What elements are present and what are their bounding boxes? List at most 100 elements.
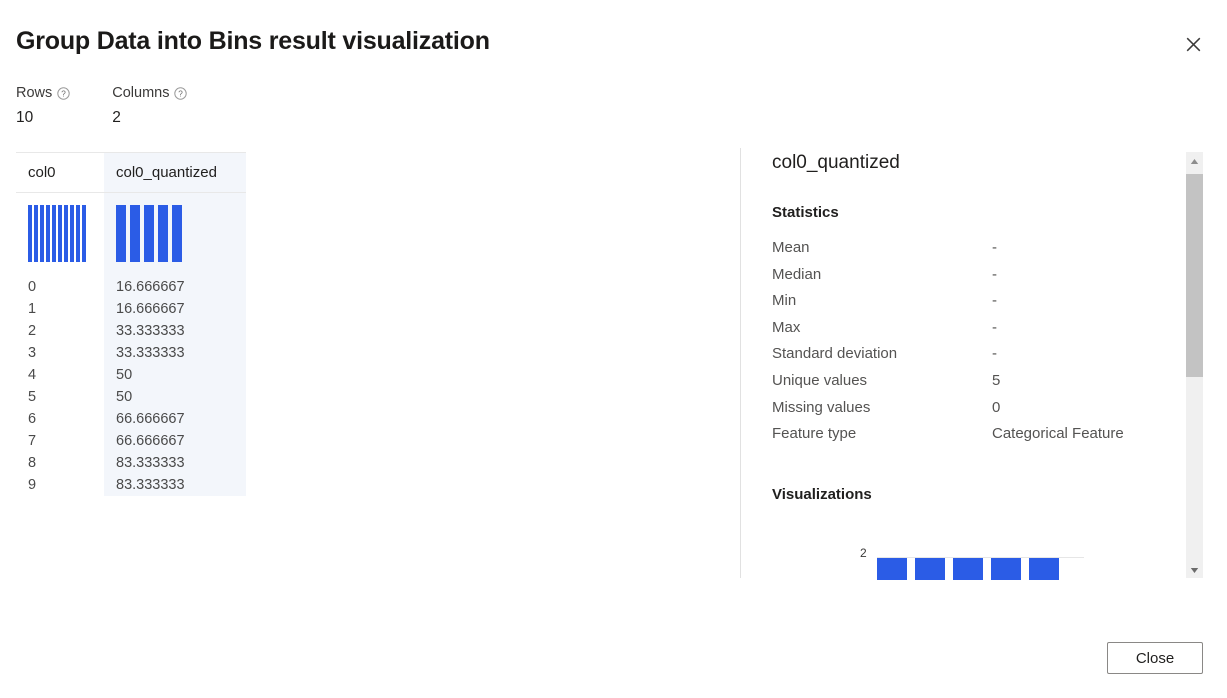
meta-rows: Rows ? 10: [16, 85, 70, 127]
sparkline-row: [16, 192, 246, 277]
column-header-col0-quantized[interactable]: col0_quantized: [104, 152, 246, 193]
stat-row-max: Max -: [772, 315, 1172, 342]
data-table: col0 col0_quantized 0 16.666667 1 16.666…: [16, 152, 246, 496]
selected-column-name: col0_quantized: [772, 152, 900, 173]
spark-bar: [82, 205, 86, 262]
table-row[interactable]: 2 33.333333: [16, 320, 246, 342]
chart-bars: [877, 558, 1059, 580]
spark-bar: [130, 205, 140, 262]
cell-col0: 4: [28, 367, 37, 383]
scroll-down-button[interactable]: [1186, 561, 1203, 578]
column-header-col0[interactable]: col0: [16, 152, 104, 193]
meta-columns-label: Columns ?: [112, 85, 188, 101]
spark-bar: [76, 205, 80, 262]
cell-col0-quantized: 83.333333: [104, 474, 246, 496]
close-button[interactable]: Close: [1107, 642, 1203, 674]
distribution-bar-chart: 2: [860, 548, 1090, 580]
chart-y-tick-label: 2: [860, 548, 867, 560]
stat-value: 5: [992, 371, 1001, 389]
table-header-row: col0 col0_quantized: [16, 152, 246, 193]
statistics-heading: Statistics: [772, 204, 839, 221]
close-icon: [1186, 37, 1201, 52]
stat-value: 0: [992, 398, 1001, 416]
stat-value: -: [992, 292, 997, 310]
stat-label: Mean: [772, 239, 810, 256]
cell-col0-quantized: 16.666667: [104, 298, 246, 320]
help-circle-icon[interactable]: ?: [57, 86, 70, 100]
table-row[interactable]: 9 83.333333: [16, 474, 246, 496]
chart-bar[interactable]: [991, 558, 1021, 580]
visualizations-heading: Visualizations: [772, 485, 872, 503]
stat-value: -: [992, 345, 997, 363]
table-body: 0 16.666667 1 16.666667 2 33.333333 3 33…: [16, 192, 246, 496]
table-row[interactable]: 6 66.666667: [16, 408, 246, 430]
chart-bar[interactable]: [1029, 558, 1059, 580]
spark-bar: [40, 205, 44, 262]
data-table-panel: col0 col0_quantized 0 16.666667 1 16.666…: [16, 152, 246, 496]
stat-label: Median: [772, 265, 822, 283]
cell-col0-quantized: 16.666667: [104, 276, 246, 298]
table-row[interactable]: 0 16.666667: [16, 276, 246, 298]
meta-columns-value: 2: [112, 109, 121, 126]
stat-row-feature-type: Feature type Categorical Feature: [772, 421, 1172, 448]
scrollbar-thumb[interactable]: [1186, 174, 1203, 377]
table-row[interactable]: 4 50: [16, 364, 246, 386]
cell-col0-quantized: 50: [104, 364, 246, 386]
stat-label: Feature type: [772, 425, 857, 443]
cell-col0: 6: [28, 411, 37, 427]
stat-label: Min: [772, 292, 797, 310]
page-title: Group Data into Bins result visualizatio…: [16, 27, 490, 55]
table-row[interactable]: 1 16.666667: [16, 298, 246, 320]
svg-text:?: ?: [179, 89, 184, 98]
spark-bar: [144, 205, 154, 262]
cell-col0: 9: [28, 477, 37, 493]
spark-bar: [58, 205, 62, 262]
spark-bar: [158, 205, 168, 262]
stat-value: Categorical Feature: [992, 425, 1124, 443]
table-row[interactable]: 5 50: [16, 386, 246, 408]
caret-down-icon: [1190, 561, 1199, 579]
statistics-panel: col0_quantized Statistics Mean - Median …: [772, 152, 1172, 503]
sparkline-col0-quantized: [116, 205, 246, 262]
table-row[interactable]: 3 33.333333: [16, 342, 246, 364]
stats-panel-scrollbar[interactable]: [1186, 152, 1203, 578]
stat-row-mean: Mean -: [772, 235, 1172, 262]
table-row[interactable]: 7 66.666667: [16, 430, 246, 452]
spark-bar: [172, 205, 182, 262]
meta-rows-label: Rows ?: [16, 85, 70, 101]
cell-col0-quantized: 66.666667: [104, 408, 246, 430]
meta-rows-value: 10: [16, 109, 34, 126]
spark-bar: [116, 205, 126, 262]
caret-up-icon: [1190, 152, 1199, 170]
stat-row-missing-values: Missing values 0: [772, 395, 1172, 422]
sparkline-col0-cell: [16, 193, 104, 277]
sparkline-col0-quantized-cell: [104, 192, 246, 276]
stat-row-median: Median -: [772, 262, 1172, 289]
stat-label: Standard deviation: [772, 345, 898, 363]
stat-label: Missing values: [772, 398, 871, 416]
meta-columns: Columns ? 2: [112, 85, 188, 127]
cell-col0: 2: [28, 323, 37, 339]
cell-col0-quantized: 83.333333: [104, 452, 246, 474]
scroll-up-button[interactable]: [1186, 152, 1203, 169]
cell-col0-quantized: 33.333333: [104, 320, 246, 342]
chart-bar[interactable]: [953, 558, 983, 580]
close-icon-button[interactable]: [1177, 28, 1209, 60]
spark-bar: [34, 205, 38, 262]
chart-bar[interactable]: [915, 558, 945, 580]
spark-bar: [52, 205, 56, 262]
stat-value: -: [992, 239, 997, 256]
cell-col0: 7: [28, 433, 37, 449]
help-circle-icon[interactable]: ?: [174, 86, 188, 100]
cell-col0-quantized: 50: [104, 386, 246, 408]
cell-col0-quantized: 33.333333: [104, 342, 246, 364]
chart-bar[interactable]: [877, 558, 907, 580]
panel-divider: [740, 148, 741, 578]
cell-col0: 5: [28, 389, 37, 405]
table-row[interactable]: 8 83.333333: [16, 452, 246, 474]
stat-value: -: [992, 318, 997, 336]
cell-col0: 1: [28, 301, 37, 317]
stat-label: Unique values: [772, 371, 868, 389]
stat-row-unique-values: Unique values 5: [772, 368, 1172, 395]
cell-col0-quantized: 66.666667: [104, 430, 246, 452]
